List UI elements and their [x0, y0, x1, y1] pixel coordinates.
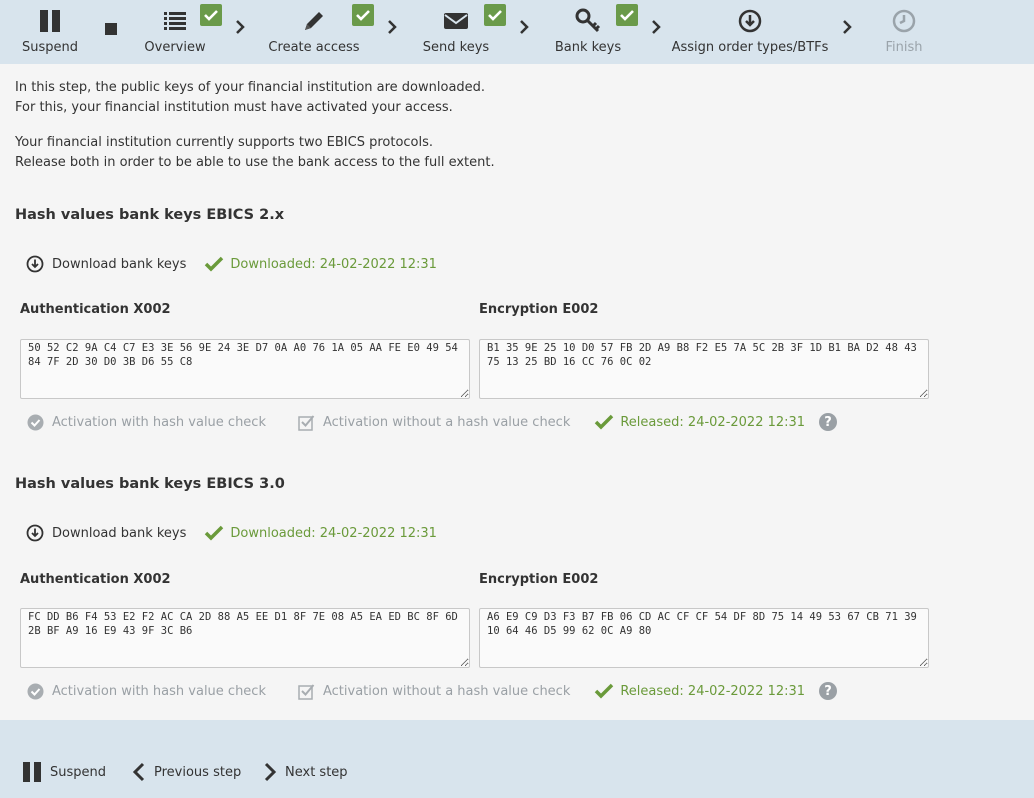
enc-e002-label: Encryption E002	[479, 302, 599, 317]
download-bank-keys-button[interactable]: Download bank keys	[26, 524, 186, 542]
help-icon[interactable]: ?	[819, 413, 838, 431]
stop-icon	[105, 23, 117, 35]
section-title-ebics-30: Hash values bank keys EBICS 3.0	[15, 476, 285, 492]
checkmark-icon	[595, 683, 614, 699]
step-label: Bank keys	[554, 40, 622, 55]
chevron-right-icon	[264, 762, 277, 782]
step-finish: Finish	[874, 0, 934, 64]
envelope-icon	[443, 8, 469, 34]
auth-x002-label: Authentication X002	[20, 572, 171, 587]
chevron-left-icon	[132, 762, 145, 782]
chevron-right-icon	[520, 20, 529, 34]
checkmark-icon	[205, 256, 224, 272]
activation-with-hash-option[interactable]: Activation with hash value check	[27, 683, 266, 700]
activation-row: Activation with hash value check Activat…	[27, 411, 838, 433]
step-bank-keys[interactable]: Bank keys	[554, 0, 622, 64]
check-circle-icon	[27, 414, 44, 430]
suspend-label: Suspend	[21, 40, 79, 55]
chevron-right-icon	[843, 20, 852, 34]
check-icon	[616, 4, 638, 26]
step-assign-order-types[interactable]: Assign order types/BTFs	[672, 0, 828, 64]
download-row: Download bank keys Downloaded: 24-02-202…	[26, 521, 437, 545]
wizard-bar: Suspend Overview Create access Send keys	[0, 0, 1034, 64]
pause-icon	[37, 8, 63, 34]
activation-without-hash-option[interactable]: Activation without a hash value check	[298, 414, 570, 431]
downloaded-status: Downloaded: 24-02-2022 12:31	[204, 524, 437, 542]
help-icon[interactable]: ?	[819, 682, 838, 700]
downloaded-status: Downloaded: 24-02-2022 12:31	[204, 255, 437, 273]
check-icon	[352, 4, 374, 26]
auth-hash-textarea[interactable]: 50 52 C2 9A C4 C7 E3 3E 56 9E 24 3E D7 0…	[20, 339, 470, 399]
step-send-keys[interactable]: Send keys	[422, 0, 490, 64]
suspend-button[interactable]: Suspend	[22, 762, 106, 782]
check-icon	[200, 4, 222, 26]
footer-bar: Suspend Previous step Next step	[0, 720, 1034, 798]
pause-icon	[23, 762, 41, 782]
checkbox-checked-icon	[298, 683, 315, 700]
intro-paragraph-2: Your financial institution currently sup…	[15, 135, 495, 170]
enc-e002-label: Encryption E002	[479, 572, 599, 587]
download-circle-icon	[26, 255, 44, 273]
main-content: In this step, the public keys of your fi…	[0, 64, 1034, 720]
intro-paragraph-1: In this step, the public keys of your fi…	[15, 80, 486, 115]
download-row: Download bank keys Downloaded: 24-02-202…	[26, 252, 437, 276]
section-title-ebics-2x: Hash values bank keys EBICS 2.x	[15, 207, 285, 223]
chevron-right-icon	[388, 20, 397, 34]
auth-x002-label: Authentication X002	[20, 302, 171, 317]
download-circle-icon	[26, 524, 44, 542]
check-icon	[484, 4, 506, 26]
enc-hash-textarea[interactable]: B1 35 9E 25 10 D0 57 FB 2D A9 B8 F2 E5 7…	[479, 339, 929, 399]
released-status: Released: 24-02-2022 12:31	[594, 682, 805, 700]
previous-step-button[interactable]: Previous step	[132, 762, 241, 782]
auth-hash-textarea[interactable]: FC DD B6 F4 53 E2 F2 AC CA 2D 88 A5 EE D…	[20, 608, 470, 668]
checkmark-icon	[595, 414, 614, 430]
enc-hash-textarea[interactable]: A6 E9 C9 D3 F3 B7 FB 06 CD AC CF CF 54 D…	[479, 608, 929, 668]
step-overview[interactable]: Overview	[144, 0, 206, 64]
released-status: Released: 24-02-2022 12:31	[594, 413, 805, 431]
list-icon	[162, 8, 188, 34]
check-circle-icon	[27, 683, 44, 699]
activation-without-hash-option[interactable]: Activation without a hash value check	[298, 683, 570, 700]
activation-row: Activation with hash value check Activat…	[27, 680, 838, 702]
pencil-icon	[301, 8, 327, 34]
step-label: Create access	[268, 40, 360, 55]
step-label: Finish	[885, 40, 923, 55]
next-step-button[interactable]: Next step	[263, 762, 348, 782]
key-icon	[575, 8, 601, 34]
step-label: Assign order types/BTFs	[671, 40, 829, 55]
step-create-access[interactable]: Create access	[268, 0, 360, 64]
chevron-right-icon	[652, 20, 661, 34]
checkmark-icon	[205, 525, 224, 541]
step-label: Overview	[144, 40, 206, 55]
chevron-right-icon	[236, 20, 245, 34]
clock-icon	[891, 8, 917, 34]
activation-with-hash-option[interactable]: Activation with hash value check	[27, 414, 266, 431]
download-circle-icon	[737, 8, 763, 34]
checkbox-checked-icon	[298, 414, 315, 431]
download-bank-keys-button[interactable]: Download bank keys	[26, 255, 186, 273]
step-label: Send keys	[422, 40, 490, 55]
suspend-step[interactable]: Suspend	[20, 0, 80, 64]
